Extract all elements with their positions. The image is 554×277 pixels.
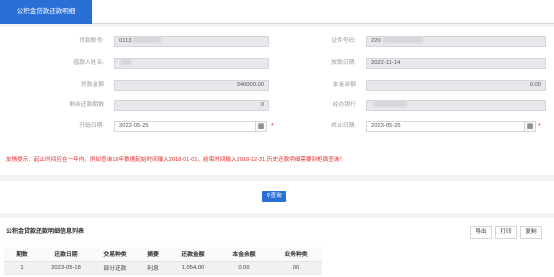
loan-amount-field: 340000.00	[114, 80, 269, 91]
borrower-label: 借款人姓名:	[73, 60, 104, 66]
redacted-mask	[133, 37, 162, 44]
repayment-list-panel: 公积金贷款还款明细信息列表 导出 打印 复制 期数 还款日期 交易种类 摘要 还…	[0, 218, 554, 277]
table-cell: 0.00	[218, 261, 270, 275]
table-cell: 部分还款	[92, 261, 138, 275]
notice-text: 友情提示：起止时间应在一年内，例如查询18年数据起始时间输入2018-01-01…	[6, 157, 346, 163]
column-header[interactable]: 期数	[4, 247, 40, 262]
table-header-row: 期数 还款日期 交易种类 摘要 还款金额 本金余额 业务种类	[4, 247, 322, 262]
list-title: 公积金贷款还款明细信息列表	[6, 229, 85, 235]
required-mark: *	[538, 123, 541, 130]
loan-date-field: 2022-11-14	[366, 58, 546, 69]
query-action-bar: ⚲查询	[0, 181, 554, 213]
copy-button[interactable]: 复制	[520, 226, 542, 239]
query-button[interactable]: ⚲查询	[262, 191, 286, 202]
column-header[interactable]: 业务种类	[270, 247, 322, 262]
table-cell: 利息	[138, 261, 168, 275]
start-date-label: 开始日期:	[79, 123, 104, 129]
query-form-panel: 贷款账号: 0113 证件号码: 220 借款人姓名: 放款日期: 2022-1…	[0, 27, 554, 175]
table-cell: 00	[270, 261, 322, 275]
principal-balance-field: 0.00	[366, 80, 546, 91]
export-button[interactable]: 导出	[470, 226, 492, 239]
loan-no-field: 0113	[114, 36, 269, 47]
table-cell: 2023-05-18	[40, 261, 92, 275]
redacted-mask	[373, 101, 407, 108]
id-no-field: 220	[366, 36, 546, 47]
calendar-icon[interactable]: ▦	[256, 121, 267, 132]
bank-label: 经办银行	[332, 102, 356, 108]
column-header[interactable]: 还款金额	[168, 247, 218, 262]
query-button-label: 查询	[270, 193, 282, 199]
id-no-label: 证件号码:	[331, 38, 356, 44]
column-header[interactable]: 还款日期	[40, 247, 92, 262]
table-cell: 1,054.00	[168, 261, 218, 275]
loan-amount-label: 贷款金额	[80, 82, 104, 88]
loan-date-label: 放款日期:	[331, 60, 356, 66]
table-cell: 1	[4, 261, 40, 275]
column-header[interactable]: 本金余额	[218, 247, 270, 262]
column-header[interactable]: 摘要	[138, 247, 168, 262]
remaining-terms-field: 0	[114, 100, 269, 111]
principal-balance-label: 本金余额	[332, 82, 356, 88]
loan-no-value: 0113	[119, 38, 132, 44]
tab-bar: 公积金贷款还款明细	[0, 0, 554, 24]
column-header[interactable]: 交易种类	[92, 247, 138, 262]
calendar-icon[interactable]: ▦	[525, 121, 536, 132]
remaining-terms-label: 剩余还款期数	[69, 102, 104, 108]
end-date-input[interactable]: 2023-05-25	[366, 121, 525, 132]
id-no-value: 220	[371, 38, 381, 44]
end-date-label: 终止日期:	[331, 123, 356, 129]
required-mark: *	[271, 123, 274, 130]
table-row[interactable]: 1 2023-05-18 部分还款 利息 1,054.00 0.00 00	[4, 261, 322, 275]
bank-field	[366, 100, 546, 111]
borrower-field	[114, 58, 269, 69]
loan-no-label: 贷款账号:	[79, 38, 104, 44]
tab-loan-repayment-details[interactable]: 公积金贷款还款明细	[0, 0, 92, 24]
print-button[interactable]: 打印	[495, 226, 517, 239]
redacted-mask	[121, 59, 131, 66]
repayment-table: 期数 还款日期 交易种类 摘要 还款金额 本金余额 业务种类 1 2023-05…	[4, 247, 322, 275]
redacted-mask	[382, 37, 423, 44]
start-date-input[interactable]: 2022-05-25	[114, 121, 256, 132]
